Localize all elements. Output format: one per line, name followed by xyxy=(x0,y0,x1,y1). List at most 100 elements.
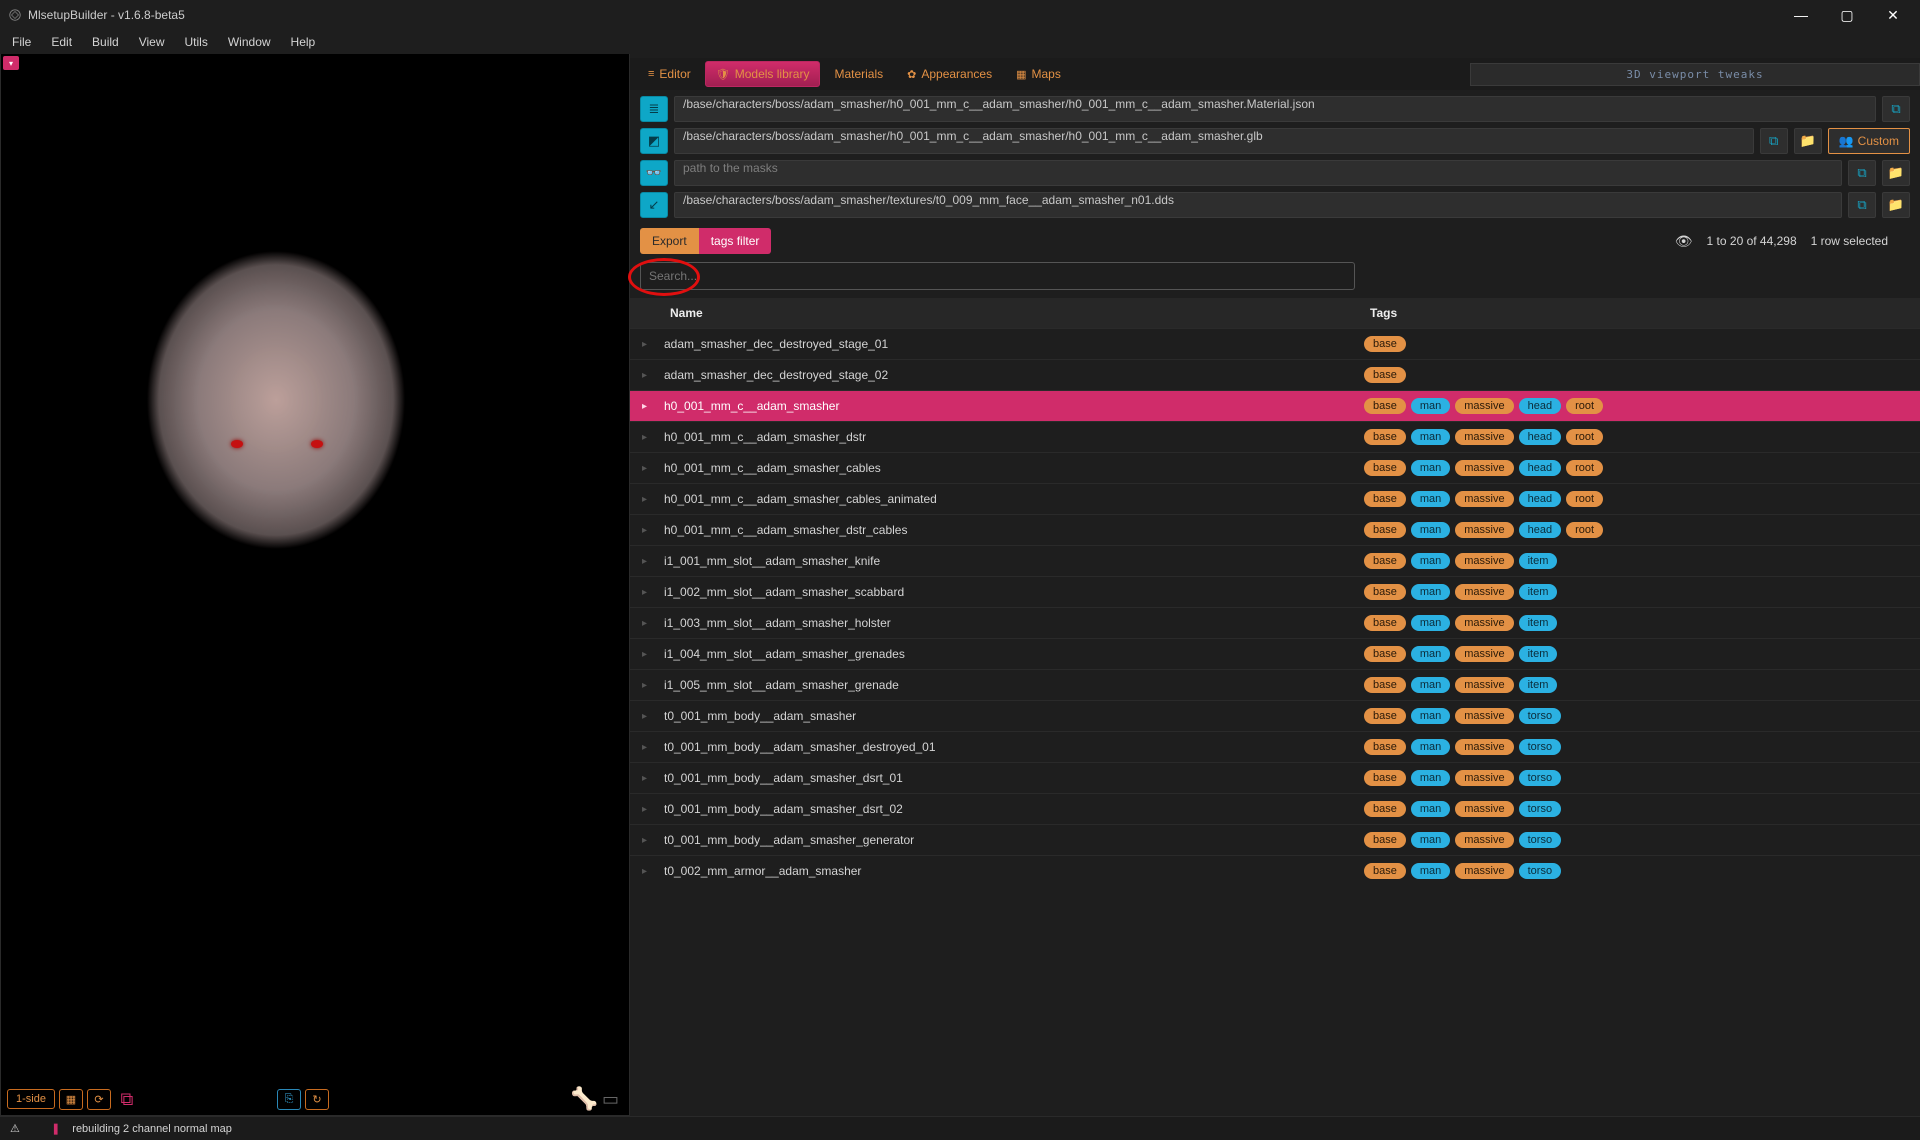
expand-icon[interactable]: ▸ xyxy=(642,401,664,412)
tag-head[interactable]: head xyxy=(1519,460,1561,476)
tab-maps[interactable]: ▦Maps xyxy=(1006,62,1071,86)
tag-base[interactable]: base xyxy=(1364,615,1406,631)
expand-icon[interactable]: ▸ xyxy=(642,804,664,815)
copy-icon[interactable]: ⧉ xyxy=(1760,128,1788,154)
tag-base[interactable]: base xyxy=(1364,522,1406,538)
tab-editor[interactable]: ≡Editor xyxy=(638,62,701,86)
menu-build[interactable]: Build xyxy=(82,33,129,51)
folder-icon[interactable]: 📁 xyxy=(1882,160,1910,186)
tag-base[interactable]: base xyxy=(1364,770,1406,786)
custom-button[interactable]: 👥Custom xyxy=(1828,128,1910,154)
tag-root[interactable]: root xyxy=(1566,491,1603,507)
glb-path-input[interactable]: /base/characters/boss/adam_smasher/h0_00… xyxy=(674,128,1754,154)
viewport-3d[interactable] xyxy=(1,70,629,1115)
expand-icon[interactable]: ▸ xyxy=(642,370,664,381)
table-row[interactable]: ▸t0_001_mm_body__adam_smasherbasemanmass… xyxy=(630,700,1920,731)
tag-root[interactable]: root xyxy=(1566,522,1603,538)
chip-icon[interactable]: ▭ xyxy=(602,1089,619,1110)
tag-head[interactable]: head xyxy=(1519,429,1561,445)
expand-icon[interactable]: ▸ xyxy=(642,587,664,598)
tag-man[interactable]: man xyxy=(1411,522,1450,538)
menu-window[interactable]: Window xyxy=(218,33,281,51)
col-tags-header[interactable]: Tags xyxy=(1370,306,1908,320)
tag-base[interactable]: base xyxy=(1364,491,1406,507)
table-row[interactable]: ▸h0_001_mm_c__adam_smasherbasemanmassive… xyxy=(630,390,1920,421)
tab-materials[interactable]: Materials xyxy=(824,62,893,86)
tag-base[interactable]: base xyxy=(1364,739,1406,755)
material-path-input[interactable]: /base/characters/boss/adam_smasher/h0_00… xyxy=(674,96,1876,122)
cube-icon[interactable]: ◩ xyxy=(640,128,668,154)
refresh-icon[interactable]: ⟳ xyxy=(87,1089,111,1110)
expand-icon[interactable]: ▸ xyxy=(642,525,664,536)
side-toggle-button[interactable]: 1-side xyxy=(7,1089,55,1109)
mask-icon[interactable]: 👓 xyxy=(640,160,668,186)
folder-icon[interactable]: 📁 xyxy=(1794,128,1822,154)
search-input[interactable] xyxy=(640,262,1355,290)
tag-item[interactable]: item xyxy=(1519,584,1558,600)
tag-man[interactable]: man xyxy=(1411,832,1450,848)
link-icon[interactable]: ⧉ xyxy=(115,1086,139,1113)
tag-man[interactable]: man xyxy=(1411,429,1450,445)
tag-head[interactable]: head xyxy=(1519,491,1561,507)
minimize-button[interactable]: — xyxy=(1778,0,1824,30)
tag-massive[interactable]: massive xyxy=(1455,646,1513,662)
tag-massive[interactable]: massive xyxy=(1455,677,1513,693)
masks-path-input[interactable]: path to the masks xyxy=(674,160,1842,186)
expand-icon[interactable]: ▸ xyxy=(642,339,664,350)
tag-man[interactable]: man xyxy=(1411,863,1450,879)
tag-base[interactable]: base xyxy=(1364,801,1406,817)
menu-help[interactable]: Help xyxy=(281,33,326,51)
tag-item[interactable]: item xyxy=(1519,615,1558,631)
tag-man[interactable]: man xyxy=(1411,708,1450,724)
tag-base[interactable]: base xyxy=(1364,553,1406,569)
table-row[interactable]: ▸i1_002_mm_slot__adam_smasher_scabbardba… xyxy=(630,576,1920,607)
expand-icon[interactable]: ▸ xyxy=(642,835,664,846)
tab-appearances[interactable]: ✿Appearances xyxy=(897,62,1002,86)
tag-base[interactable]: base xyxy=(1364,832,1406,848)
expand-icon[interactable]: ▸ xyxy=(642,432,664,443)
copy-icon[interactable]: ⧉ xyxy=(1848,192,1876,218)
tag-base[interactable]: base xyxy=(1364,677,1406,693)
tag-base[interactable]: base xyxy=(1364,336,1406,352)
tag-massive[interactable]: massive xyxy=(1455,398,1513,414)
tag-massive[interactable]: massive xyxy=(1455,739,1513,755)
tag-torso[interactable]: torso xyxy=(1519,708,1561,724)
table-row[interactable]: ▸h0_001_mm_c__adam_smasher_cablesbaseman… xyxy=(630,452,1920,483)
tag-torso[interactable]: torso xyxy=(1519,832,1561,848)
expand-icon[interactable]: ▸ xyxy=(642,463,664,474)
expand-icon[interactable]: ▸ xyxy=(642,711,664,722)
copy-icon[interactable]: ⧉ xyxy=(1848,160,1876,186)
tag-root[interactable]: root xyxy=(1566,429,1603,445)
tag-man[interactable]: man xyxy=(1411,553,1450,569)
tag-massive[interactable]: massive xyxy=(1455,615,1513,631)
tag-massive[interactable]: massive xyxy=(1455,708,1513,724)
expand-icon[interactable]: ▸ xyxy=(642,680,664,691)
menu-edit[interactable]: Edit xyxy=(41,33,82,51)
tag-man[interactable]: man xyxy=(1411,646,1450,662)
tag-man[interactable]: man xyxy=(1411,615,1450,631)
table-row[interactable]: ▸h0_001_mm_c__adam_smasher_cables_animat… xyxy=(630,483,1920,514)
tag-root[interactable]: root xyxy=(1566,460,1603,476)
tag-item[interactable]: item xyxy=(1519,553,1558,569)
expand-icon[interactable]: ▸ xyxy=(642,618,664,629)
tag-root[interactable]: root xyxy=(1566,398,1603,414)
tag-base[interactable]: base xyxy=(1364,708,1406,724)
table-row[interactable]: ▸i1_004_mm_slot__adam_smasher_grenadesba… xyxy=(630,638,1920,669)
table-row[interactable]: ▸adam_smasher_dec_destroyed_stage_02base xyxy=(630,359,1920,390)
tag-torso[interactable]: torso xyxy=(1519,770,1561,786)
expand-icon[interactable]: ▸ xyxy=(642,556,664,567)
table-row[interactable]: ▸t0_002_mm_armor__adam_smasherbasemanmas… xyxy=(630,855,1920,886)
collapse-icon[interactable]: ↙ xyxy=(640,192,668,218)
tag-base[interactable]: base xyxy=(1364,398,1406,414)
layers-icon[interactable]: ≣ xyxy=(640,96,668,122)
tag-base[interactable]: base xyxy=(1364,429,1406,445)
tag-base[interactable]: base xyxy=(1364,367,1406,383)
tag-massive[interactable]: massive xyxy=(1455,770,1513,786)
tag-man[interactable]: man xyxy=(1411,491,1450,507)
table-row[interactable]: ▸i1_001_mm_slot__adam_smasher_knifebasem… xyxy=(630,545,1920,576)
menu-utils[interactable]: Utils xyxy=(175,33,218,51)
tags-filter-button[interactable]: tags filter xyxy=(699,228,772,254)
table-row[interactable]: ▸t0_001_mm_body__adam_smasher_dsrt_02bas… xyxy=(630,793,1920,824)
tag-man[interactable]: man xyxy=(1411,584,1450,600)
bone-icon[interactable]: 🦴 xyxy=(571,1086,598,1112)
